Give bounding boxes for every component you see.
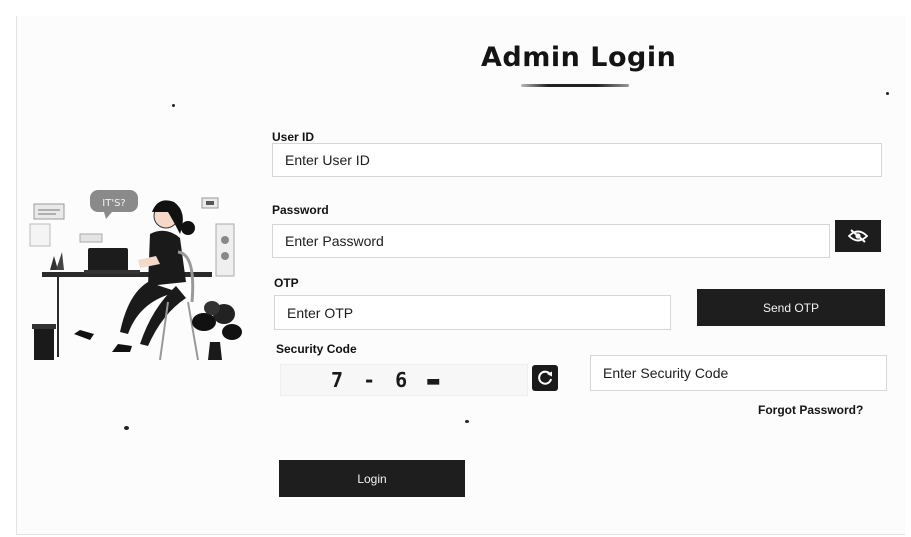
refresh-icon [538, 370, 552, 385]
otp-input[interactable] [274, 295, 671, 330]
title-underline [521, 84, 629, 87]
captcha-image: 7 - 6 ▬ [280, 364, 528, 396]
woman-at-laptop-illustration: IT'S? [29, 190, 242, 361]
otp-label: OTP [274, 276, 299, 290]
eye-slash-icon [848, 229, 868, 243]
forgot-password-link[interactable]: Forgot Password? [758, 403, 863, 417]
captcha-text: 7 - 6 ▬ [331, 368, 444, 392]
send-otp-button[interactable]: Send OTP [697, 289, 885, 326]
refresh-captcha-button[interactable] [532, 365, 558, 391]
speck [172, 104, 175, 107]
password-input[interactable] [272, 224, 830, 258]
page-title: Admin Login [481, 42, 677, 73]
security-code-label: Security Code [276, 342, 357, 356]
speck [124, 426, 129, 430]
user-id-label: User ID [272, 130, 315, 144]
login-button[interactable]: Login [279, 460, 465, 497]
user-id-input[interactable] [272, 143, 882, 177]
speck [886, 92, 889, 95]
toggle-password-visibility-button[interactable] [835, 220, 881, 252]
speech-bubble-text: IT'S? [102, 198, 125, 209]
security-code-input[interactable] [590, 355, 887, 391]
speck [465, 420, 469, 423]
password-label: Password [272, 203, 329, 217]
